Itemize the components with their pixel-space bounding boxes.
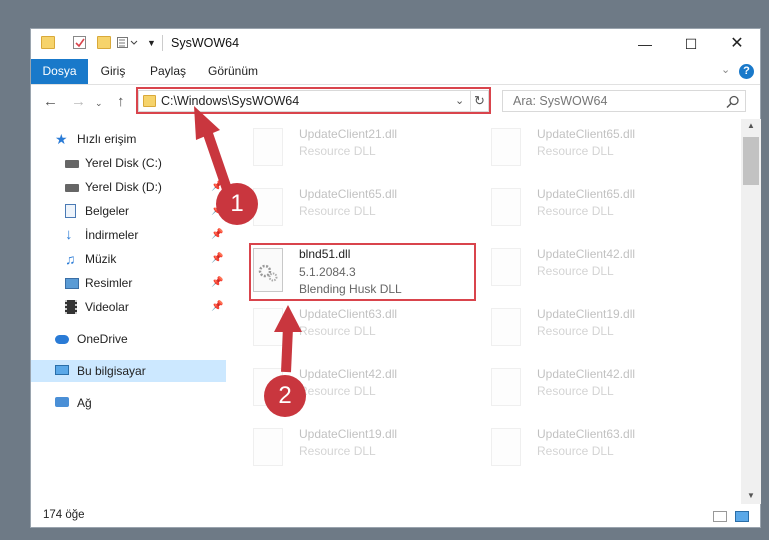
callout-badge-2: 2: [264, 375, 306, 417]
callout-arrows: [194, 106, 302, 373]
callout-badge-1: 1: [216, 183, 258, 225]
